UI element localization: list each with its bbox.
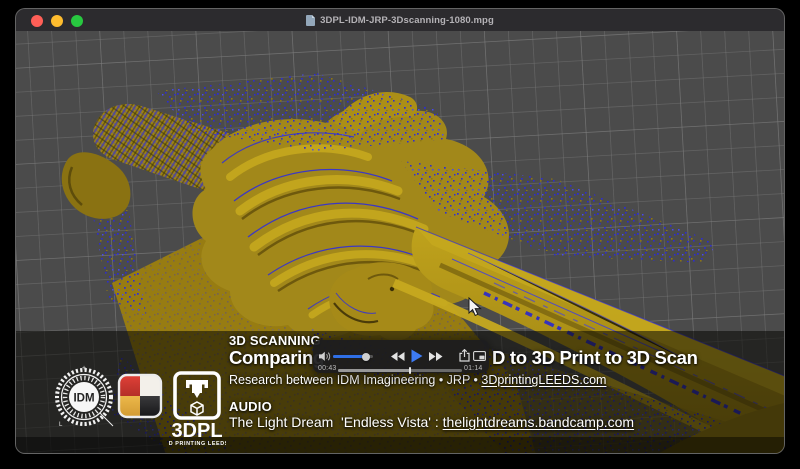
idm-logo-text: IDM <box>73 393 94 405</box>
playback-panel[interactable]: 00:43 01:14 <box>313 340 489 373</box>
audio-link: thelightdreams.bandcamp.com <box>443 414 634 430</box>
headline-left: Comparing <box>229 347 324 369</box>
document-icon <box>306 15 315 26</box>
progress-scrubber[interactable] <box>409 367 411 375</box>
volume-knob[interactable] <box>362 353 370 361</box>
fast-forward-button[interactable] <box>429 352 443 361</box>
elapsed-time: 00:43 <box>318 365 337 372</box>
3dpl-logo: 3DPL 3D PRINTING LEEDS <box>168 371 226 449</box>
cube-icon <box>191 402 203 415</box>
duration-time: 01:14 <box>464 365 483 372</box>
audio-label: AUDIO <box>229 399 272 414</box>
window-title: 3DPL-IDM-JRP-3Dscanning-1080.mpg <box>320 15 494 26</box>
volume-fill <box>333 355 366 358</box>
progress-bar[interactable] <box>338 369 462 372</box>
picture-in-picture-button[interactable] <box>473 351 486 361</box>
research-text: Research between IDM Imagineering • JRP … <box>229 373 481 387</box>
scanning-label: 3D SCANNING <box>229 333 321 348</box>
audio-credit: The Light Dream 'Endless Vista' : thelig… <box>229 414 634 430</box>
headline-right: D to 3D Print to 3D Scan <box>492 347 698 369</box>
volume-icon <box>319 351 331 362</box>
idm-l-mark: L <box>59 422 63 428</box>
3d-printer-icon <box>186 380 208 398</box>
progress-played <box>338 369 410 372</box>
3dpl-wordmark: 3DPL <box>171 420 222 442</box>
share-button[interactable] <box>459 349 470 362</box>
titlebar[interactable]: 3DPL-IDM-JRP-3Dscanning-1080.mpg <box>16 9 784 32</box>
idm-plus-mark: + <box>82 365 86 372</box>
rewind-button[interactable] <box>391 352 405 361</box>
player-window: 3DPL-IDM-JRP-3Dscanning-1080.mpg <box>15 8 785 454</box>
lower-third: 3D SCANNING Comparing D to 3D Print to 3… <box>16 31 785 454</box>
research-link: 3DprintingLEEDS.com <box>481 373 606 387</box>
research-credit: Research between IDM Imagineering • JRP … <box>229 373 606 387</box>
3dpl-subtitle: 3D PRINTING LEEDS <box>168 441 226 447</box>
colour-checker-logo <box>116 372 164 420</box>
idm-logo: IDM + L <box>51 364 117 430</box>
audio-text: The Light Dream 'Endless Vista' : <box>229 414 443 430</box>
mouse-cursor <box>468 297 482 317</box>
video-surface[interactable]: 3D SCANNING Comparing D to 3D Print to 3… <box>16 31 785 454</box>
volume-slider[interactable] <box>333 355 373 358</box>
play-button[interactable] <box>411 349 423 363</box>
window-title-area: 3DPL-IDM-JRP-3Dscanning-1080.mpg <box>16 9 784 31</box>
